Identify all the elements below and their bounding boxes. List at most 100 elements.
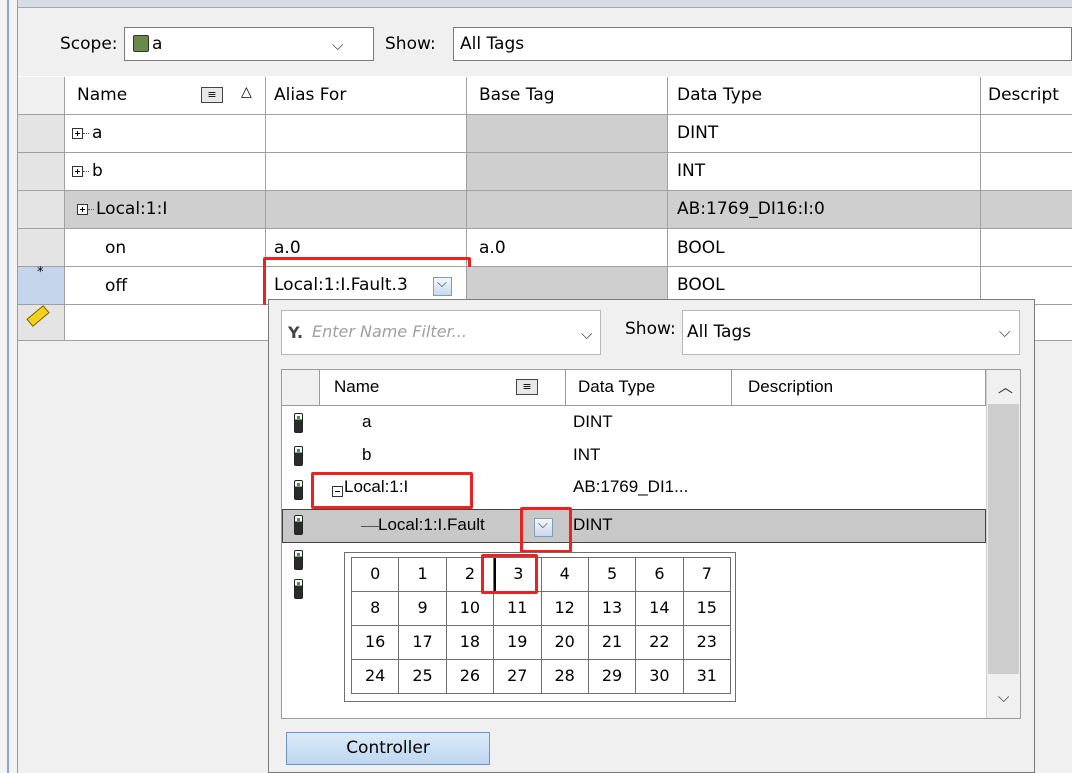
data-type-cell: AB:1769_DI16:I:0 [668,191,981,229]
table-row-name-cell[interactable]: on [65,229,266,267]
bit-cell[interactable]: 28 [541,660,589,694]
popup-show-combo[interactable]: All Tags ⌵ [682,310,1020,355]
base-tag-cell [467,191,668,229]
tag-name[interactable]: a [362,412,371,432]
description-cell[interactable] [981,153,1072,191]
column-header-name[interactable]: Name ≡ △ [65,77,266,115]
list-header-description[interactable]: Description [732,370,986,406]
scroll-up-icon[interactable]: ︿ [998,376,1013,397]
show-combo[interactable]: All Tags [453,27,1072,61]
chevron-down-icon[interactable]: ⌵ [332,36,343,54]
bit-cell[interactable]: 29 [588,660,637,694]
new-row-header[interactable] [18,305,65,341]
row-header[interactable] [18,191,65,229]
highlight-local-tag [311,472,473,509]
table-row-name-cell[interactable]: a [65,115,266,153]
scope-value: a [152,34,163,54]
data-type-value: INT [677,161,706,181]
window-left-frame [0,0,18,773]
list-header-name[interactable]: Name ≡ [320,370,566,406]
data-type-cell[interactable]: INT [668,153,981,191]
bit-cell[interactable]: 23 [683,626,731,660]
bit-cell[interactable]: 1 [399,558,447,592]
bit-cell[interactable]: 6 [636,558,684,592]
bit-cell[interactable]: 31 [683,660,731,694]
description-cell[interactable] [981,115,1072,153]
scope-label: Scope: [60,34,118,54]
alias-cell[interactable] [266,115,467,153]
tag-type: INT [573,445,601,464]
column-header-alias[interactable]: Alias For [266,77,467,115]
filter-placeholder: Enter Name Filter... [312,322,467,341]
tree-connector [83,171,89,172]
table-row-name-cell[interactable]: b [65,153,266,191]
bit-cell[interactable]: 13 [588,592,637,626]
tag-name[interactable]: b [362,445,371,465]
column-header-label: Alias For [274,85,347,105]
data-type-value: AB:1769_DI16:I:0 [677,199,825,219]
bit-cell[interactable]: 11 [494,592,542,626]
bit-cell[interactable]: 10 [446,592,495,626]
row-header[interactable] [18,153,65,191]
description-cell[interactable] [981,229,1072,267]
chevron-down-icon[interactable]: ⌵ [581,325,592,343]
table-row-name-cell[interactable]: off [65,267,266,305]
alias-cell[interactable] [266,153,467,191]
bit-cell[interactable]: 26 [446,660,495,694]
expand-icon[interactable] [77,204,88,215]
bit-cell[interactable]: 8 [352,592,400,626]
bit-cell[interactable]: 12 [541,592,589,626]
pencil-icon [26,305,50,327]
column-header-description[interactable]: Descript [981,77,1072,115]
expand-icon[interactable] [72,166,83,177]
bit-cell[interactable]: 14 [636,592,684,626]
tag-type: DINT [573,515,613,534]
controller-button[interactable]: Controller [286,732,490,765]
program-icon [133,35,149,52]
bit-cell[interactable]: 7 [683,558,731,592]
vertical-scrollbar[interactable]: ︿ ⌵ [986,370,1020,718]
bit-cell[interactable]: 9 [399,592,447,626]
bit-cell[interactable]: 22 [636,626,684,660]
column-header-label: Base Tag [479,85,555,105]
bit-cell[interactable]: 20 [541,626,589,660]
sort-ascending-icon[interactable]: △ [241,84,252,100]
tree-connector [88,209,94,210]
table-row-name-cell[interactable]: Local:1:I [65,191,266,229]
chevron-down-icon[interactable]: ⌵ [999,323,1010,341]
scrollbar-thumb[interactable] [988,404,1019,674]
column-config-icon[interactable]: ≡ [516,379,538,395]
alias-value: a.0 [274,238,301,258]
bit-cell[interactable]: 17 [399,626,447,660]
column-header-base-tag[interactable]: Base Tag [467,77,668,115]
bit-cell[interactable]: 4 [541,558,589,592]
bit-cell[interactable]: 15 [683,592,731,626]
selected-list-row[interactable]: Local:1:I.Fault ⌵ DINT [282,509,986,543]
bit-cell[interactable]: 21 [588,626,637,660]
bit-cell[interactable]: 0 [352,558,400,592]
bit-cell[interactable]: 30 [636,660,684,694]
bit-cell[interactable]: 16 [352,626,400,660]
data-type-value: DINT [677,123,719,143]
column-header-data-type[interactable]: Data Type [668,77,981,115]
row-header-selected[interactable]: * [18,265,65,305]
bit-cell[interactable]: 24 [352,660,400,694]
list-corner [282,370,320,406]
row-header[interactable] [18,115,65,153]
data-type-cell[interactable]: BOOL [668,229,981,267]
bit-cell[interactable]: 5 [588,558,637,592]
row-header[interactable] [18,229,65,267]
bit-cell[interactable]: 27 [494,660,542,694]
alias-cell [266,191,467,229]
expand-icon[interactable] [72,128,83,139]
data-type-cell[interactable]: DINT [668,115,981,153]
scroll-down-icon[interactable]: ⌵ [998,688,1009,706]
bit-cell[interactable]: 25 [399,660,447,694]
scope-combo[interactable]: a ⌵ [124,27,374,61]
list-header-data-type[interactable]: Data Type [566,370,732,406]
bit-cell[interactable]: 19 [494,626,542,660]
name-filter-input[interactable]: Y. Enter Name Filter... ⌵ [281,310,601,355]
tag-name: b [92,161,103,181]
bit-cell[interactable]: 18 [446,626,495,660]
column-config-icon[interactable]: ≡ [201,87,223,103]
